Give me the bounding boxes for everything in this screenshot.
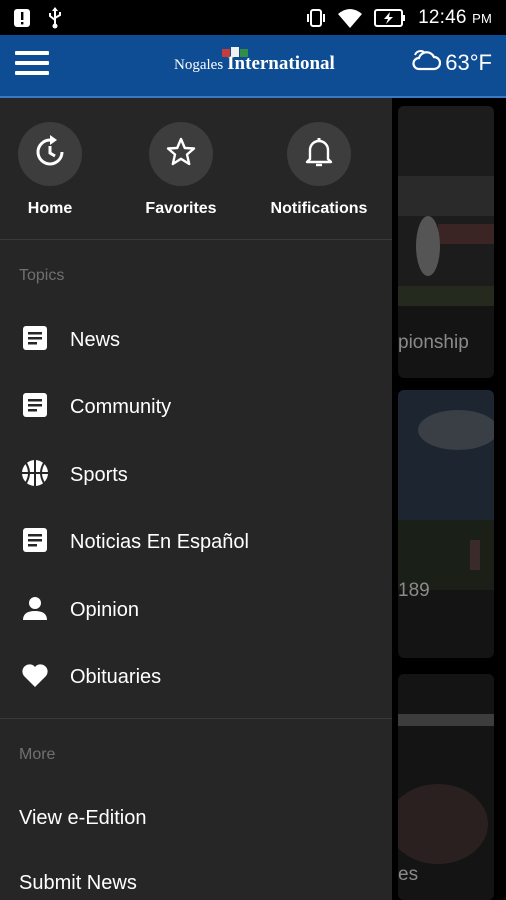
background-card-title: 189 [398, 580, 430, 601]
background-photo [398, 390, 494, 590]
vibrate-icon [306, 8, 326, 28]
battery-charging-icon [374, 8, 406, 27]
site-logo[interactable]: Nogales International [174, 47, 335, 75]
navigation-drawer: Home Favorites Notifications Topics News [0, 98, 392, 900]
app-bar: Nogales International 63°F [0, 35, 506, 98]
cloud-icon [411, 49, 442, 77]
star-icon [166, 137, 196, 172]
wifi-icon [338, 8, 363, 28]
background-photo [398, 106, 494, 306]
background-card[interactable] [398, 390, 494, 658]
bell-icon [304, 136, 334, 173]
home-label: Home [27, 200, 73, 217]
topic-label: Noticias En Español [70, 530, 249, 553]
favorites-button[interactable]: Favorites [121, 122, 241, 218]
home-refresh-icon [33, 134, 67, 174]
favorites-label: Favorites [145, 200, 217, 217]
topic-label: Community [70, 395, 172, 418]
clock: 12:46 PM [418, 6, 492, 28]
background-card-title: pionship [398, 332, 469, 353]
background-feed: pionship 189 es [392, 98, 506, 900]
view-e-edition-link[interactable]: View e-Edition [19, 807, 146, 830]
topic-label: Obituaries [70, 665, 162, 688]
hamburger-icon [15, 50, 49, 81]
person-icon [22, 595, 48, 626]
submit-news-link[interactable]: Submit News [19, 872, 137, 895]
section-divider [0, 718, 392, 719]
status-bar: 12:46 PM [0, 0, 506, 35]
article-icon [22, 527, 48, 558]
quick-actions: Home Favorites Notifications [0, 98, 392, 240]
heart-icon [21, 662, 49, 693]
topic-sports[interactable]: Sports [0, 444, 392, 506]
more-header: More [19, 746, 56, 763]
usb-icon [48, 6, 62, 29]
topic-news[interactable]: News [0, 309, 392, 371]
topic-noticias[interactable]: Noticias En Español [0, 511, 392, 573]
weather-widget[interactable]: 63°F [411, 49, 492, 77]
logo-flag-icon [222, 47, 248, 57]
basketball-icon [21, 459, 49, 492]
article-icon [22, 325, 48, 356]
topics-header: Topics [19, 267, 65, 284]
background-card-title: es [398, 864, 419, 885]
topic-label: Opinion [70, 598, 139, 621]
notifications-label: Notifications [270, 200, 368, 217]
topic-opinion[interactable]: Opinion [0, 579, 392, 641]
menu-button[interactable] [0, 34, 64, 97]
notifications-button[interactable]: Notifications [259, 122, 379, 218]
topic-label: News [70, 328, 121, 351]
home-button[interactable]: Home [0, 122, 110, 218]
alert-icon [14, 8, 30, 27]
temperature-label: 63°F [445, 50, 492, 75]
topic-label: Sports [70, 463, 128, 486]
topic-obituaries[interactable]: Obituaries [0, 646, 392, 708]
topic-community[interactable]: Community [0, 376, 392, 438]
article-icon [22, 392, 48, 423]
